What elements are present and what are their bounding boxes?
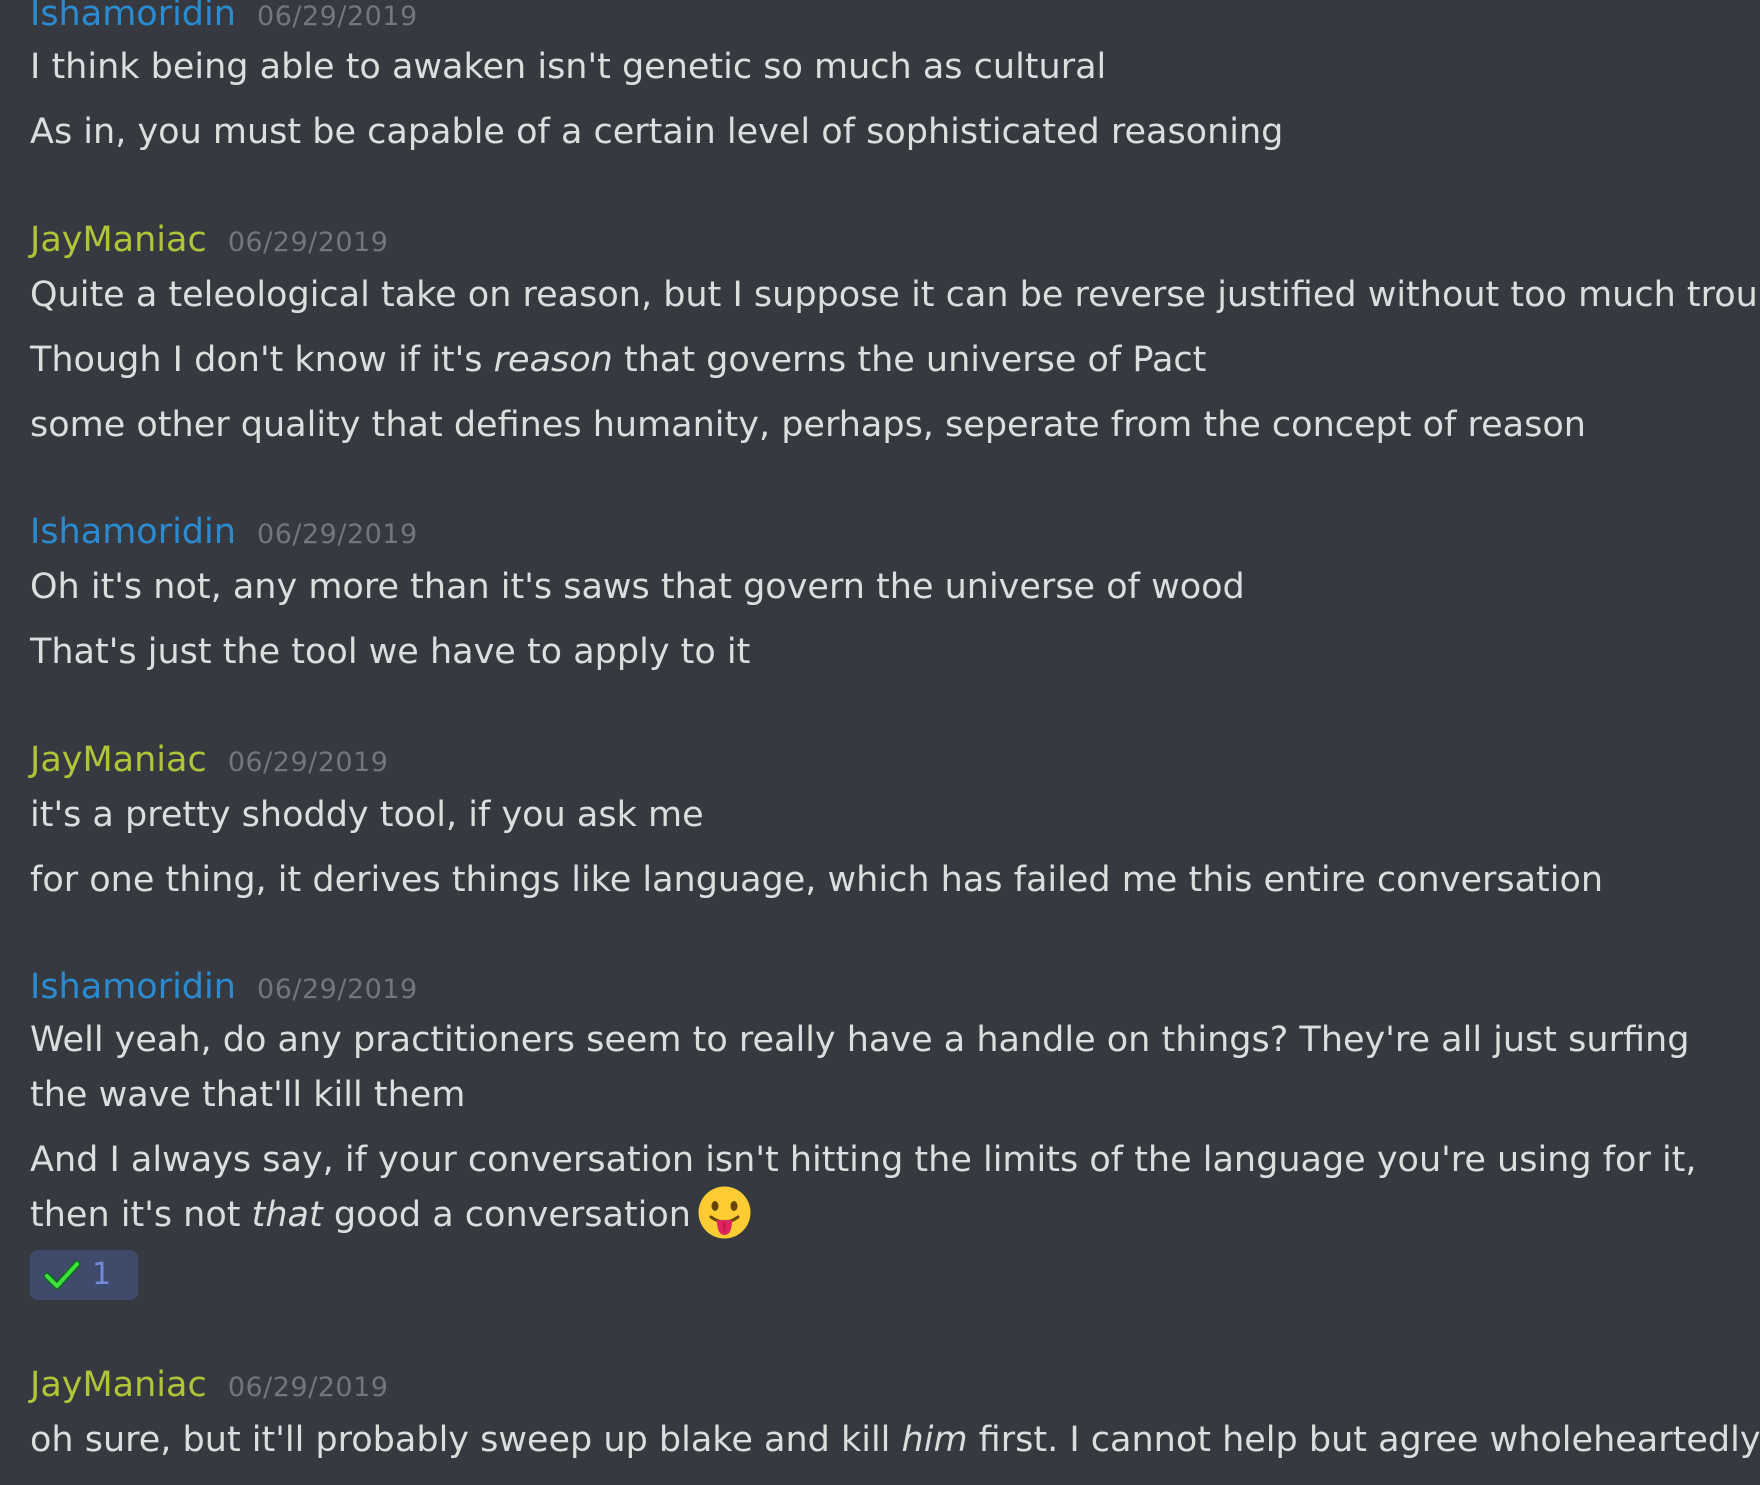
message-text: it's a pretty shoddy tool, if you ask me [30,795,704,835]
author-name[interactable]: Ishamoridin [30,0,236,34]
author-name[interactable]: JayManiac [30,740,207,780]
message-timestamp: 06/29/2019 [227,747,389,778]
message-text: Though I don't know if it's reason that … [30,333,1740,388]
author-name[interactable]: JayManiac [30,220,207,260]
author-name[interactable]: JayManiac [30,1365,207,1405]
message-text: Well yeah, do any practitioners seem to … [30,1020,1690,1115]
message-text-segment: good a conversation [322,1195,691,1235]
stuck-out-tongue-icon [698,1186,751,1238]
message-header: JayManiac 06/29/2019 [30,740,1740,780]
message-text: oh sure, but it'll probably sweep up bla… [30,1413,1760,1468]
message-group: JayManiac 06/29/2019 Quite a teleologica… [30,220,1760,453]
message-group: JayManiac 06/29/2019 oh sure, but it'll … [30,1365,1760,1468]
check-mark-icon [44,1260,80,1289]
message-text-segment: oh sure, but it'll probably sweep up bla… [30,1420,902,1460]
message-text: That's just the tool we have to apply to… [30,632,751,672]
message-text-italic: reason [493,340,613,380]
message-group: Ishamoridin 06/29/2019 I think being abl… [30,0,1740,160]
message-text: some other quality that defines humanity… [30,405,1586,445]
chat-messages: Ishamoridin 06/29/2019 I think being abl… [0,0,1760,1485]
message-group: JayManiac 06/29/2019 it's a pretty shodd… [30,740,1740,908]
message-text: Quite a teleological take on reason, but… [30,275,1760,315]
message-timestamp: 06/29/2019 [227,1372,389,1403]
reaction-count: 1 [92,1257,112,1292]
author-name[interactable]: Ishamoridin [30,967,236,1007]
message-timestamp: 06/29/2019 [227,227,389,258]
message-header: Ishamoridin 06/29/2019 [30,512,1740,552]
message-text-segment: first. I cannot help but agree wholehear… [967,1420,1760,1460]
message-text: Oh it's not, any more than it's saws tha… [30,567,1245,607]
message-timestamp: 06/29/2019 [257,519,418,550]
message-text: And I always say, if your conversation i… [30,1133,1730,1244]
author-name[interactable]: Ishamoridin [30,512,236,552]
message-text-italic: that [251,1195,323,1235]
message-text-segment: that governs the universe of Pact [612,340,1207,380]
message-group: Ishamoridin 06/29/2019 Oh it's not, any … [30,512,1740,680]
message-text: for one thing, it derives things like la… [30,860,1604,900]
message-text: I think being able to awaken isn't genet… [30,47,1107,87]
stuck-out-tongue-emoji [697,1185,752,1240]
message-text-italic: him [901,1420,968,1460]
message-timestamp: 06/29/2019 [257,974,418,1005]
message-text-segment: Though I don't know if it's [30,340,494,380]
message-header: JayManiac 06/29/2019 [30,1365,1740,1405]
message-header: Ishamoridin 06/29/2019 [30,0,1740,34]
message-timestamp: 06/29/2019 [257,1,418,32]
message-text: As in, you must be capable of a certain … [30,112,1284,152]
message-header: Ishamoridin 06/29/2019 [30,967,1740,1007]
message-header: JayManiac 06/29/2019 [30,220,1740,260]
message-group: Ishamoridin 06/29/2019 Well yeah, do any… [30,967,1740,1300]
reaction-button[interactable]: 1 [30,1249,138,1300]
